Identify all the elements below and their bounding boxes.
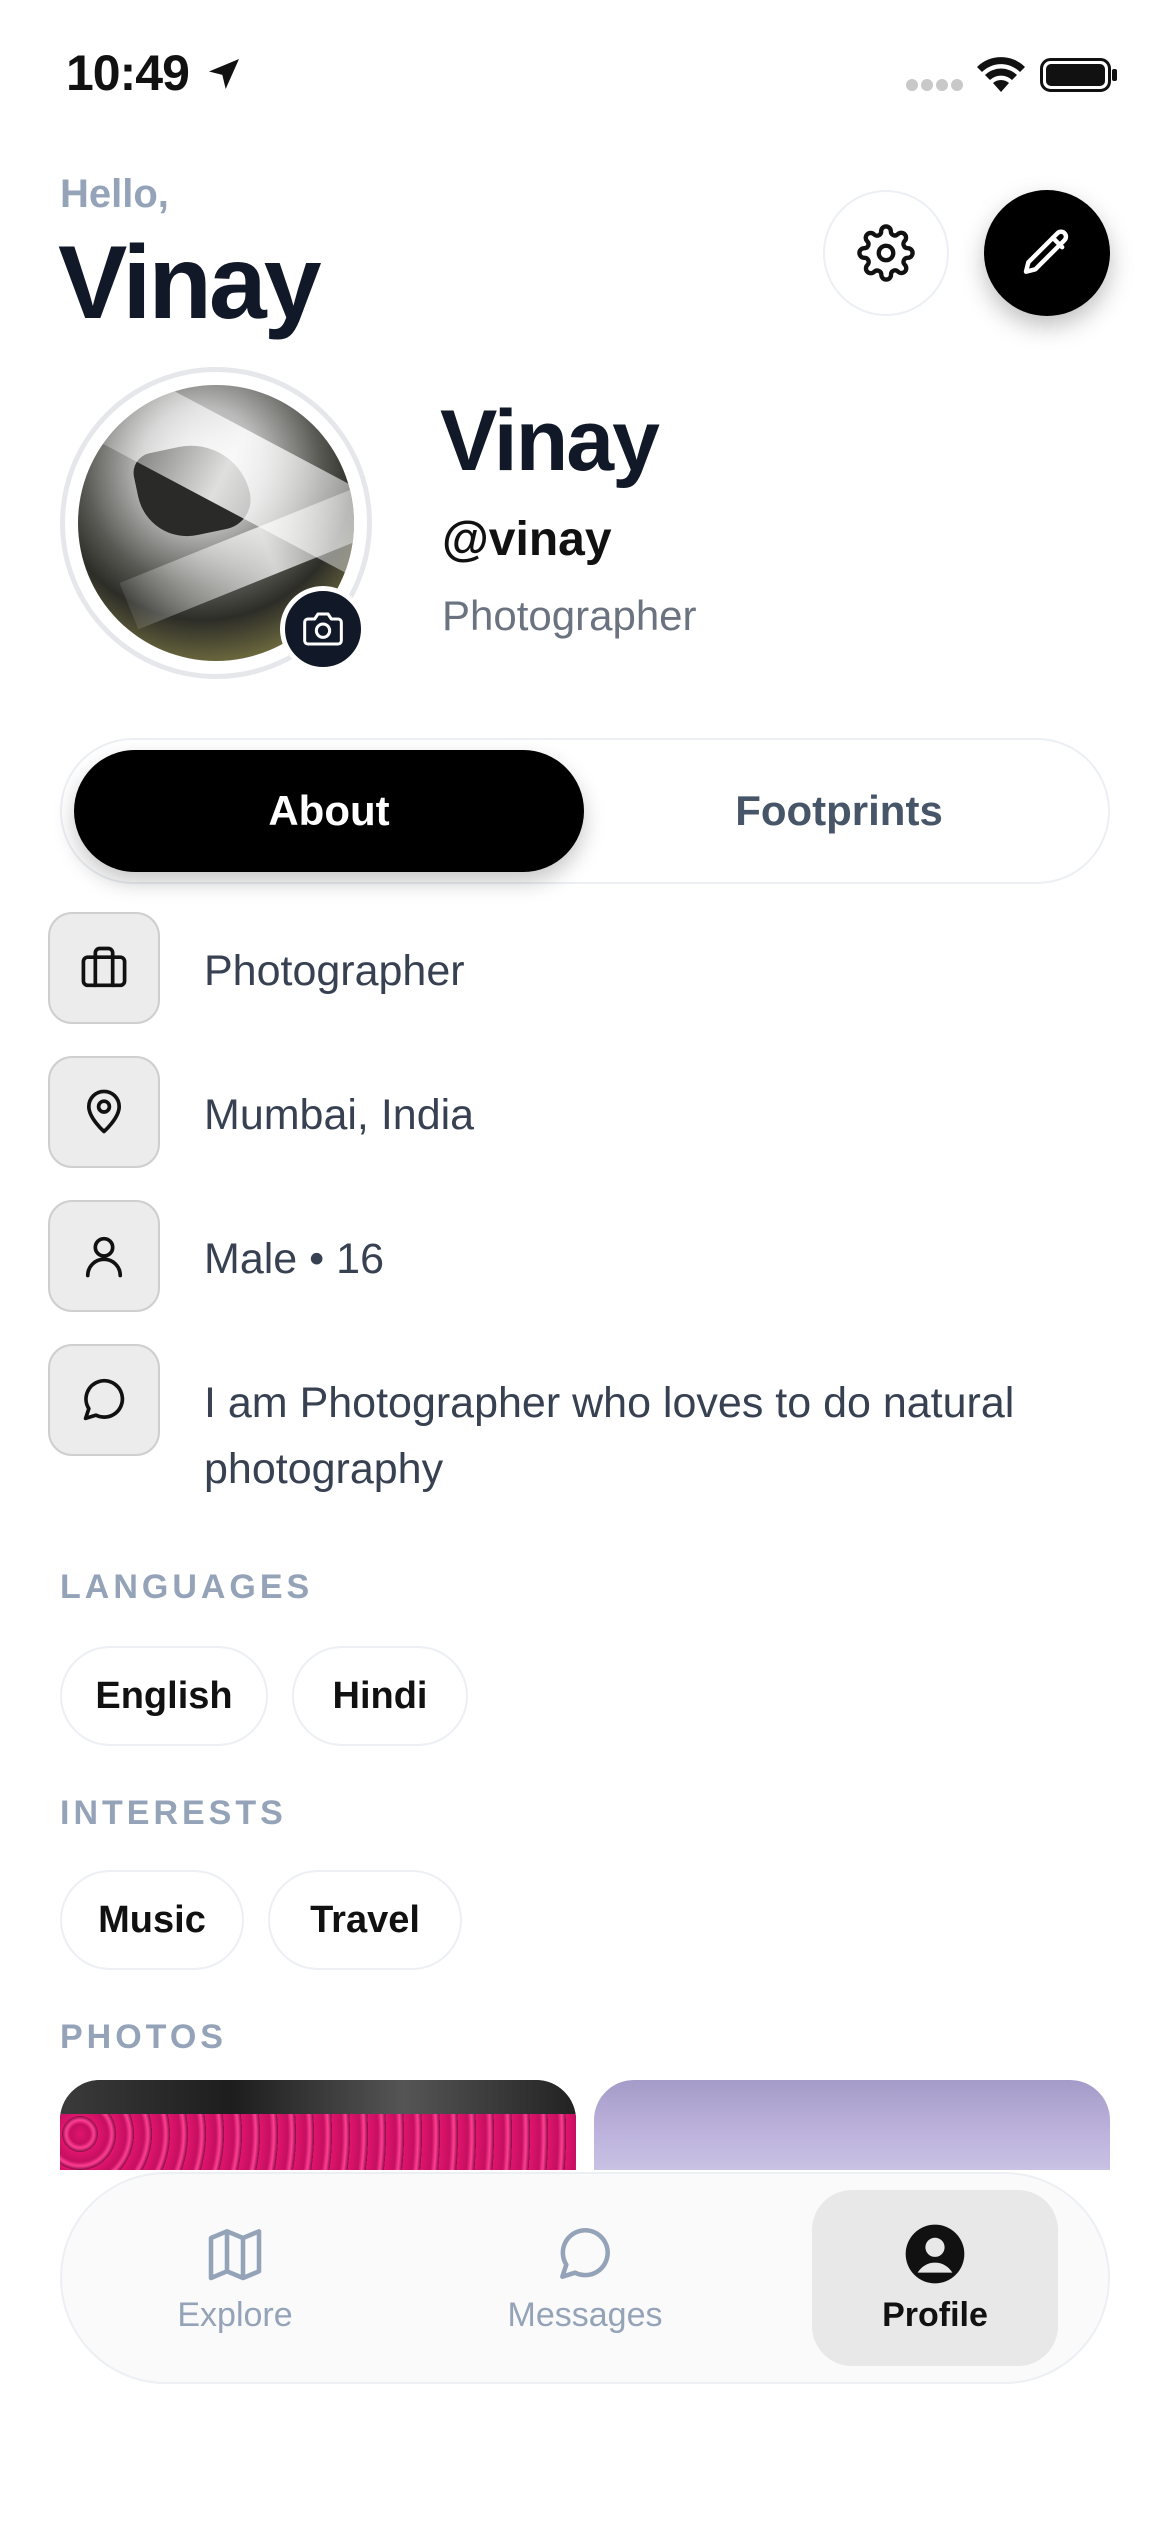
interests-label: INTERESTS: [60, 1794, 287, 1832]
language-chip[interactable]: English: [60, 1646, 268, 1746]
bio-icon-box: [48, 1344, 160, 1456]
signal-icon: [906, 79, 963, 91]
nav-profile[interactable]: Profile: [812, 2190, 1058, 2366]
status-bar: 10:49: [0, 0, 1170, 150]
nav-profile-label: Profile: [882, 2295, 988, 2334]
location-icon-box: [48, 1056, 160, 1168]
wifi-icon: [977, 57, 1025, 92]
photo-thumbnail[interactable]: [60, 2080, 576, 2170]
profile-role: Photographer: [442, 592, 697, 639]
chat-bubble-icon: [83, 1378, 125, 1421]
interest-chip[interactable]: Travel: [268, 1870, 462, 1970]
interest-chip[interactable]: Music: [60, 1870, 244, 1970]
location-arrow-icon: [209, 59, 239, 89]
photo-thumbnail[interactable]: [594, 2080, 1110, 2170]
tab-about[interactable]: About: [74, 750, 584, 872]
gear-icon: [857, 224, 915, 282]
location-text: Mumbai, India: [204, 1091, 475, 1139]
profile-handle: @vinay: [442, 513, 612, 566]
briefcase-icon: [81, 946, 127, 988]
person-icon: [85, 1236, 123, 1278]
camera-icon: [303, 612, 343, 646]
nav-explore[interactable]: Explore: [150, 2190, 320, 2366]
languages-label: LANGUAGES: [60, 1568, 314, 1606]
bio-text: I am Photographer who loves to do natura…: [204, 1379, 1015, 1493]
profile-name: Vinay: [440, 393, 660, 489]
greeting-label: Hello,: [60, 172, 169, 216]
edit-profile-button[interactable]: [984, 190, 1110, 316]
chat-bubble-icon: [560, 2227, 610, 2279]
nav-explore-label: Explore: [177, 2295, 293, 2334]
greeting-name: Vinay: [58, 225, 322, 341]
gender-age-icon-box: [48, 1200, 160, 1312]
settings-button[interactable]: [823, 190, 949, 316]
user-circle-icon: [905, 2224, 965, 2283]
map-icon: [208, 2228, 262, 2280]
change-avatar-button[interactable]: [280, 586, 366, 672]
nav-messages[interactable]: Messages: [490, 2190, 680, 2366]
pencil-icon: [1023, 229, 1069, 274]
occupation-icon-box: [48, 912, 160, 1024]
nav-messages-label: Messages: [507, 2295, 663, 2334]
tab-footprints[interactable]: Footprints: [584, 750, 1094, 872]
occupation-text: Photographer: [204, 947, 465, 995]
map-pin-icon: [86, 1089, 122, 1134]
battery-icon: [1040, 58, 1117, 92]
photos-label: PHOTOS: [60, 2018, 227, 2056]
gender-age-text: Male • 16: [204, 1235, 384, 1283]
language-chip[interactable]: Hindi: [292, 1646, 468, 1746]
status-time: 10:49: [66, 45, 190, 101]
